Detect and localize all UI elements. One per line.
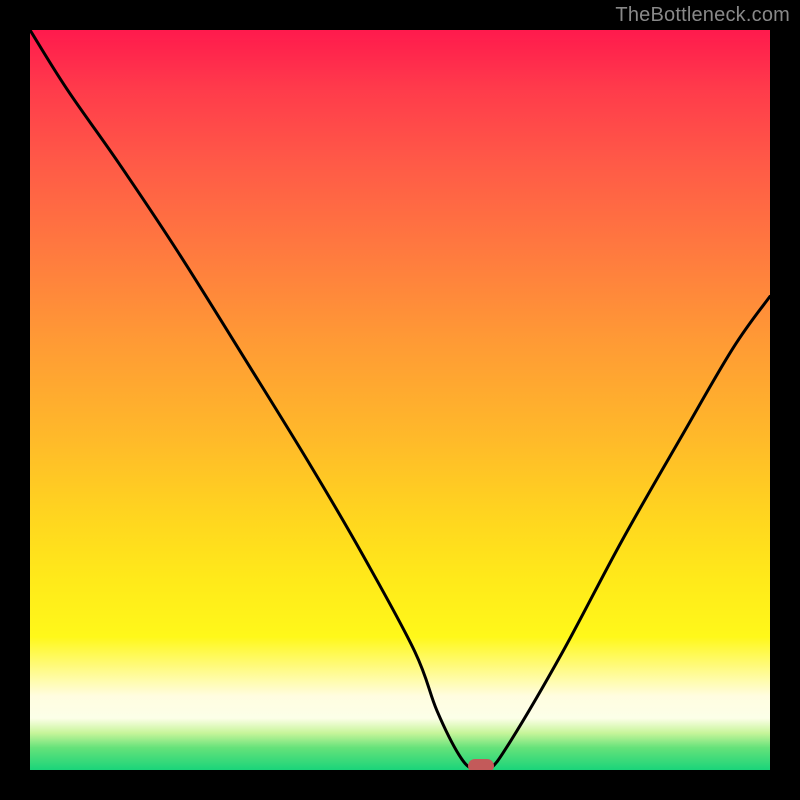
attribution-label: TheBottleneck.com [615,4,790,27]
plot-area [30,30,770,770]
optimal-marker [468,759,494,770]
bottleneck-curve [30,30,770,770]
chart-frame: TheBottleneck.com [0,0,800,800]
